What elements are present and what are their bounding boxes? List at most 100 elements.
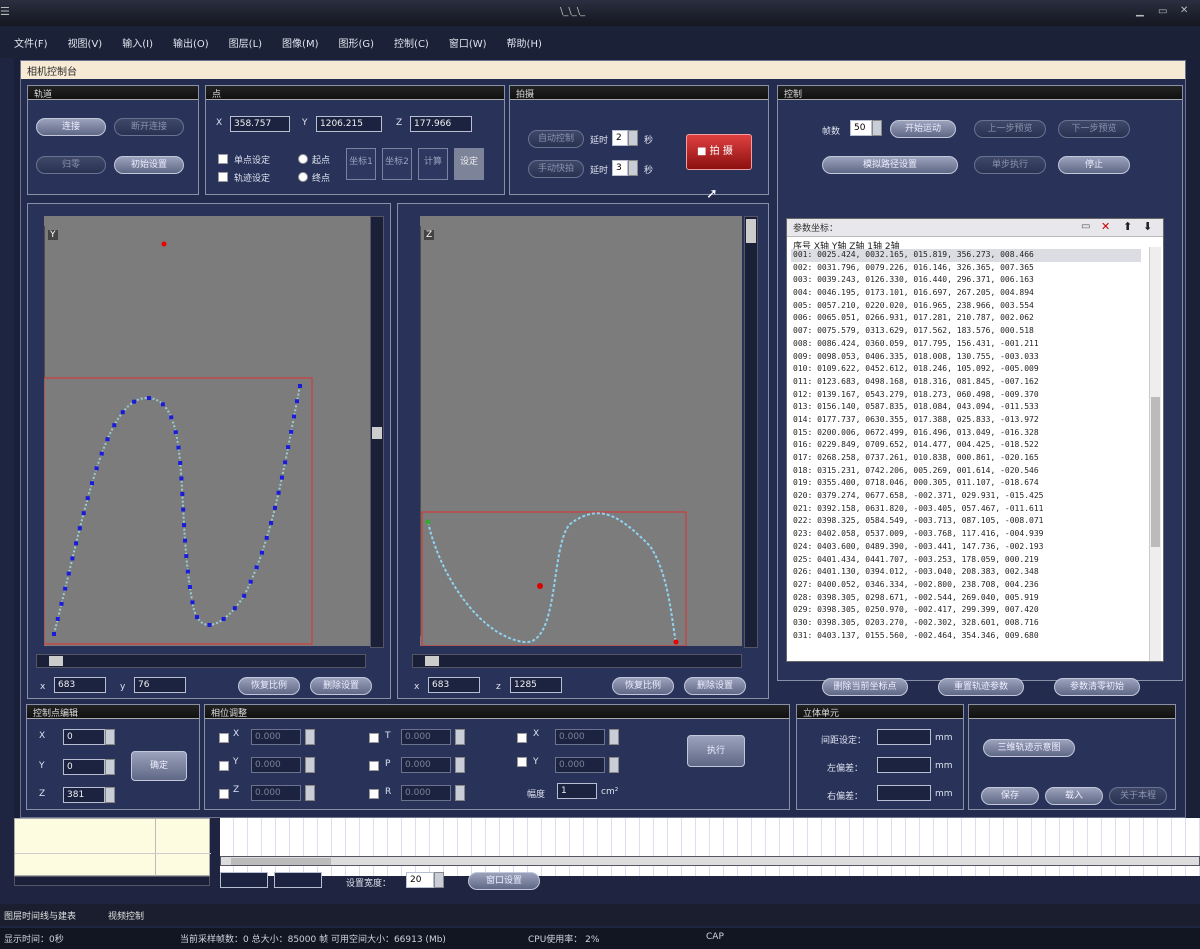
z-plot-z-input[interactable]: 1285 xyxy=(510,677,562,693)
y-plot-canvas[interactable]: Y xyxy=(44,216,370,646)
adj-p-input[interactable]: 0.000 xyxy=(401,757,451,773)
param-row[interactable]: 020: 0379.274, 0677.658, -002.371, 029.9… xyxy=(791,490,1141,503)
stop-button[interactable]: 停止 xyxy=(1058,156,1130,174)
z-plot-canvas[interactable]: Z xyxy=(420,216,742,646)
window-settings-button[interactable]: 窗口设置 xyxy=(468,872,540,890)
x-coord-input[interactable]: 358.757 xyxy=(230,116,290,132)
editor-z-spinner[interactable] xyxy=(105,787,115,803)
editor-x-input[interactable]: 0 xyxy=(63,729,105,745)
left-offset-input[interactable] xyxy=(877,757,931,773)
execute-button[interactable]: 执行 xyxy=(687,735,745,767)
y-plot-y-input[interactable]: 76 xyxy=(134,677,186,693)
z-plot-hscroll[interactable] xyxy=(412,654,742,668)
range-input[interactable]: 1 xyxy=(557,783,597,799)
home-button[interactable]: 归零 xyxy=(36,156,106,174)
tab-layer-timeline[interactable]: 图层时间线与建表 xyxy=(4,909,76,922)
delete-point-button[interactable]: 删除当前坐标点 xyxy=(822,678,908,696)
adj-r-spinner[interactable] xyxy=(455,785,465,801)
init-settings-button[interactable]: 初始设置 xyxy=(114,156,184,174)
y-fit-button[interactable]: 恢复比例 xyxy=(238,677,300,695)
editor-y-input[interactable]: 0 xyxy=(63,759,105,775)
delay1-spinner[interactable] xyxy=(628,130,638,146)
single-point-checkbox[interactable] xyxy=(218,154,228,164)
editor-z-input[interactable]: 381 xyxy=(63,787,105,803)
param-row[interactable]: 024: 0403.600, 0489.390, -003.441, 147.7… xyxy=(791,541,1141,554)
set-width-input[interactable]: 20 xyxy=(406,872,434,888)
param-row[interactable]: 012: 0139.167, 0543.279, 018.273, 060.49… xyxy=(791,389,1141,402)
y-hscroll-thumb[interactable] xyxy=(49,656,63,666)
adj-t-input[interactable]: 0.000 xyxy=(401,729,451,745)
param-row[interactable]: 022: 0398.325, 0584.549, -003.713, 087.1… xyxy=(791,515,1141,528)
shoot-button[interactable]: ■ 拍 摄 xyxy=(686,134,752,170)
y-vscroll-thumb[interactable] xyxy=(372,427,382,439)
adj-y2-input[interactable]: 0.000 xyxy=(555,757,605,773)
auto-control-button[interactable]: 自动控制 xyxy=(528,130,584,148)
param-row[interactable]: 017: 0268.258, 0737.261, 010.838, 000.86… xyxy=(791,452,1141,465)
layer-hscroll[interactable] xyxy=(14,876,210,886)
param-row[interactable]: 007: 0075.579, 0313.629, 017.562, 183.57… xyxy=(791,325,1141,338)
adj-p-checkbox[interactable] xyxy=(369,761,379,771)
param-row[interactable]: 028: 0398.305, 0298.671, -002.544, 269.0… xyxy=(791,592,1141,605)
layer-table[interactable] xyxy=(14,818,211,877)
param-row[interactable]: 002: 0031.796, 0079.226, 016.146, 326.36… xyxy=(791,262,1141,275)
z-fit-button[interactable]: 恢复比例 xyxy=(612,677,674,695)
maximize-icon[interactable]: ▭ xyxy=(1158,6,1167,17)
adj-y-spinner[interactable] xyxy=(305,757,315,773)
move-up-icon[interactable]: ⬆ xyxy=(1123,220,1132,233)
time-field-b[interactable] xyxy=(274,872,322,888)
adj-x-checkbox[interactable] xyxy=(219,733,229,743)
disconnect-button[interactable]: 断开连接 xyxy=(114,118,184,136)
z-coord-input[interactable]: 177.966 xyxy=(410,116,472,132)
param-row[interactable]: 003: 0039.243, 0126.330, 016.440, 296.37… xyxy=(791,274,1141,287)
adj-t-spinner[interactable] xyxy=(455,729,465,745)
3d-track-button[interactable]: 三维轨迹示意图 xyxy=(983,739,1075,757)
param-row[interactable]: 023: 0402.058, 0537.009, -003.768, 117.4… xyxy=(791,528,1141,541)
param-row[interactable]: 016: 0229.849, 0709.652, 014.477, 004.42… xyxy=(791,439,1141,452)
copy-icon[interactable]: ▭ xyxy=(1081,221,1090,232)
adj-y-checkbox[interactable] xyxy=(219,761,229,771)
y-delete-button[interactable]: 删除设置 xyxy=(310,677,372,695)
adj-t-checkbox[interactable] xyxy=(369,733,379,743)
frames-spinner[interactable] xyxy=(872,120,882,136)
adj-x2-checkbox[interactable] xyxy=(517,733,527,743)
z-plot-vscroll[interactable] xyxy=(744,216,758,648)
menu-help[interactable]: 帮助(H) xyxy=(507,35,542,50)
delay2-spinner[interactable] xyxy=(628,160,638,176)
about-button[interactable]: 关于本程 xyxy=(1109,787,1167,805)
param-row[interactable]: 031: 0403.137, 0155.560, -002.464, 354.3… xyxy=(791,630,1141,643)
adj-x2-input[interactable]: 0.000 xyxy=(555,729,605,745)
adj-x-spinner[interactable] xyxy=(305,729,315,745)
manual-shoot-button[interactable]: 手动快拍 xyxy=(528,160,584,178)
param-row[interactable]: 010: 0109.622, 0452.612, 018.246, 105.09… xyxy=(791,363,1141,376)
params-vscroll-thumb[interactable] xyxy=(1151,397,1160,547)
coord1-button[interactable]: 坐标1 xyxy=(346,148,376,180)
track-set-checkbox[interactable] xyxy=(218,172,228,182)
adj-z-input[interactable]: 0.000 xyxy=(251,785,301,801)
coord2-button[interactable]: 坐标2 xyxy=(382,148,412,180)
time-field-a[interactable] xyxy=(220,872,268,888)
param-row[interactable]: 008: 0086.424, 0360.059, 017.795, 156.43… xyxy=(791,338,1141,351)
params-vscroll[interactable] xyxy=(1149,247,1161,661)
param-row[interactable]: 025: 0401.434, 0441.707, -003.253, 178.0… xyxy=(791,554,1141,567)
param-row[interactable]: 021: 0392.158, 0631.820, -003.405, 057.4… xyxy=(791,503,1141,516)
param-row[interactable]: 019: 0355.400, 0718.046, 000.305, 011.10… xyxy=(791,477,1141,490)
next-preview-button[interactable]: 下一步预览 xyxy=(1058,120,1130,138)
delete-icon[interactable]: ✕ xyxy=(1101,220,1110,233)
connect-button[interactable]: 连接 xyxy=(36,118,106,136)
set-width-spinner[interactable] xyxy=(434,872,444,888)
menu-image[interactable]: 图像(M) xyxy=(282,35,318,50)
editor-y-spinner[interactable] xyxy=(105,759,115,775)
adj-z-checkbox[interactable] xyxy=(219,789,229,799)
param-row[interactable]: 006: 0065.051, 0266.931, 017.281, 210.78… xyxy=(791,312,1141,325)
adj-x2-spinner[interactable] xyxy=(609,729,619,745)
editor-confirm-button[interactable]: 确定 xyxy=(131,751,187,781)
frames-input[interactable]: 50 xyxy=(850,120,872,136)
param-row[interactable]: 018: 0315.231, 0742.206, 005.269, 001.61… xyxy=(791,465,1141,478)
delay1-input[interactable]: 2 xyxy=(612,130,628,146)
params-rows[interactable]: 001: 0025.424, 0032.165, 015.819, 356.27… xyxy=(791,249,1141,661)
menu-layer[interactable]: 图层(L) xyxy=(229,35,262,50)
param-row[interactable]: 004: 0046.195, 0173.101, 016.697, 267.20… xyxy=(791,287,1141,300)
y-plot-hscroll[interactable] xyxy=(36,654,366,668)
single-step-button[interactable]: 单步执行 xyxy=(974,156,1046,174)
param-row[interactable]: 009: 0098.053, 0406.335, 018.008, 130.75… xyxy=(791,351,1141,364)
